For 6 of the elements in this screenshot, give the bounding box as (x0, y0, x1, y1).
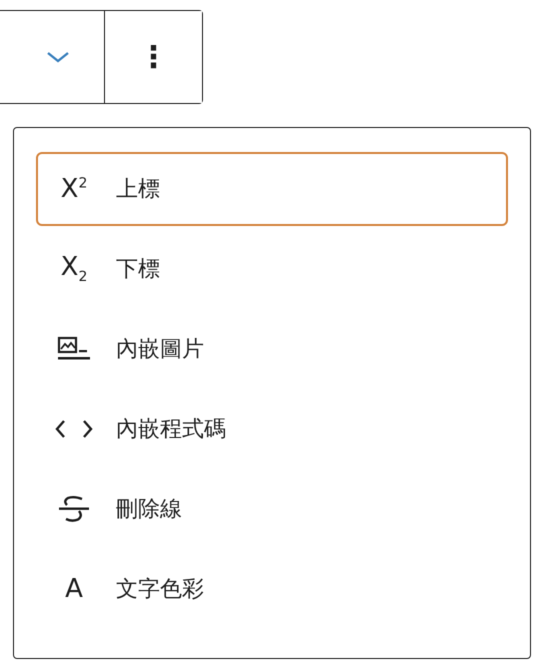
chevron-down-icon (46, 50, 70, 64)
color-icon: A (65, 576, 83, 602)
strikethrough-icon (57, 495, 91, 523)
menu-item[interactable]: X$^{2}$ 上標 (36, 152, 508, 226)
subscript-icon: X$_{2}$ (60, 254, 88, 284)
superscript-icon: X$^{2}$ (60, 176, 88, 202)
